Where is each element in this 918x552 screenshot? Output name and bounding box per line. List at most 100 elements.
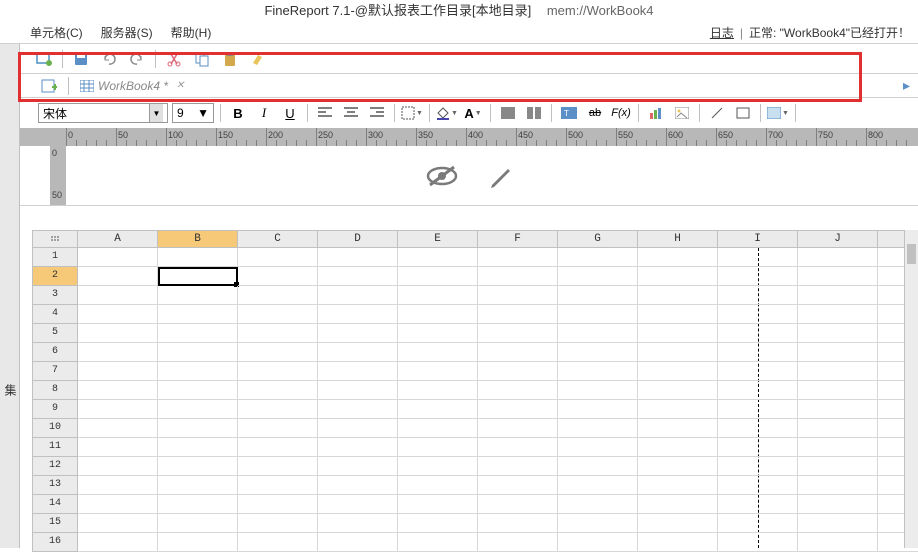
cell[interactable]	[558, 457, 638, 476]
rename-icon[interactable]: ab	[584, 102, 606, 124]
tab-workbook[interactable]: WorkBook4 * ✕	[71, 76, 193, 96]
cell[interactable]	[798, 495, 878, 514]
cell[interactable]	[718, 286, 798, 305]
cell[interactable]	[718, 343, 798, 362]
cell[interactable]	[318, 514, 398, 533]
cell[interactable]	[798, 533, 878, 552]
cell[interactable]	[558, 343, 638, 362]
menu-cell[interactable]: 单元格(C)	[30, 24, 83, 41]
tab-new-icon[interactable]	[32, 76, 66, 96]
row-header[interactable]: 15	[32, 514, 78, 533]
cell[interactable]	[158, 248, 238, 267]
cell[interactable]	[638, 476, 718, 495]
image-icon[interactable]	[671, 102, 693, 124]
cell[interactable]	[718, 533, 798, 552]
cell[interactable]	[318, 248, 398, 267]
col-header[interactable]: J	[798, 230, 878, 248]
font-color-icon[interactable]: A▼	[462, 102, 484, 124]
cell[interactable]	[718, 495, 798, 514]
cell[interactable]	[78, 514, 158, 533]
cell[interactable]	[798, 419, 878, 438]
row-header[interactable]: 13	[32, 476, 78, 495]
cell[interactable]	[798, 400, 878, 419]
cell[interactable]	[398, 305, 478, 324]
italic-button[interactable]: I	[253, 102, 275, 124]
cell[interactable]	[558, 476, 638, 495]
cell[interactable]	[718, 362, 798, 381]
cell[interactable]	[158, 381, 238, 400]
cell[interactable]	[558, 267, 638, 286]
cell[interactable]	[478, 248, 558, 267]
cell[interactable]	[398, 267, 478, 286]
cell[interactable]	[238, 533, 318, 552]
fill-color-icon[interactable]: ▼	[436, 102, 458, 124]
horizontal-ruler[interactable]: 0501001502002503003504004505005506006507…	[20, 128, 918, 146]
cell[interactable]	[318, 343, 398, 362]
line-icon[interactable]	[706, 102, 728, 124]
cell[interactable]	[78, 305, 158, 324]
cell[interactable]	[478, 343, 558, 362]
cell[interactable]	[478, 419, 558, 438]
cell[interactable]	[798, 438, 878, 457]
cell[interactable]	[238, 457, 318, 476]
col-header[interactable]: G	[558, 230, 638, 248]
cell[interactable]	[478, 533, 558, 552]
cell[interactable]	[718, 438, 798, 457]
cut-icon[interactable]	[162, 48, 186, 70]
cell[interactable]	[318, 476, 398, 495]
cell[interactable]	[318, 362, 398, 381]
cell[interactable]	[318, 457, 398, 476]
col-header[interactable]: I	[718, 230, 798, 248]
font-size-select[interactable]: 9▼	[172, 103, 214, 123]
cell[interactable]	[798, 286, 878, 305]
cell[interactable]	[398, 248, 478, 267]
cell[interactable]	[718, 305, 798, 324]
cell[interactable]	[398, 457, 478, 476]
col-header[interactable]: H	[638, 230, 718, 248]
eye-hidden-icon[interactable]	[424, 163, 460, 189]
bold-button[interactable]: B	[227, 102, 249, 124]
cell[interactable]	[398, 514, 478, 533]
vertical-ruler[interactable]: 0 50	[50, 146, 66, 205]
cell[interactable]	[558, 362, 638, 381]
cell[interactable]	[478, 305, 558, 324]
row-header[interactable]: 3	[32, 286, 78, 305]
cell[interactable]	[558, 305, 638, 324]
cell[interactable]	[398, 419, 478, 438]
cell-style-icon[interactable]: ▼	[767, 102, 789, 124]
cell[interactable]	[398, 495, 478, 514]
cell[interactable]	[478, 476, 558, 495]
cell[interactable]	[158, 514, 238, 533]
cell[interactable]	[398, 533, 478, 552]
cell[interactable]	[558, 381, 638, 400]
cell[interactable]	[158, 457, 238, 476]
cell[interactable]	[798, 343, 878, 362]
cell[interactable]	[398, 400, 478, 419]
edit-pen-icon[interactable]	[488, 163, 514, 189]
align-right-icon[interactable]	[366, 102, 388, 124]
row-header[interactable]: 2	[32, 267, 78, 286]
row-header[interactable]: 5	[32, 324, 78, 343]
cell[interactable]	[638, 514, 718, 533]
cell[interactable]	[558, 495, 638, 514]
cell[interactable]	[798, 381, 878, 400]
cell[interactable]	[318, 286, 398, 305]
align-left-icon[interactable]	[314, 102, 336, 124]
cell[interactable]	[78, 362, 158, 381]
row-header[interactable]: 10	[32, 419, 78, 438]
row-header[interactable]: 14	[32, 495, 78, 514]
menu-help[interactable]: 帮助(H)	[171, 24, 212, 41]
cell[interactable]	[158, 343, 238, 362]
merge-icon[interactable]	[497, 102, 519, 124]
cell[interactable]	[318, 400, 398, 419]
cell[interactable]	[718, 267, 798, 286]
row-header[interactable]: 16	[32, 533, 78, 552]
close-icon[interactable]: ✕	[176, 80, 184, 91]
cell[interactable]	[158, 533, 238, 552]
cell[interactable]	[718, 400, 798, 419]
col-header[interactable]: E	[398, 230, 478, 248]
row-header[interactable]: 7	[32, 362, 78, 381]
cell[interactable]	[558, 400, 638, 419]
cell[interactable]	[158, 267, 238, 286]
menu-server[interactable]: 服务器(S)	[101, 24, 153, 41]
